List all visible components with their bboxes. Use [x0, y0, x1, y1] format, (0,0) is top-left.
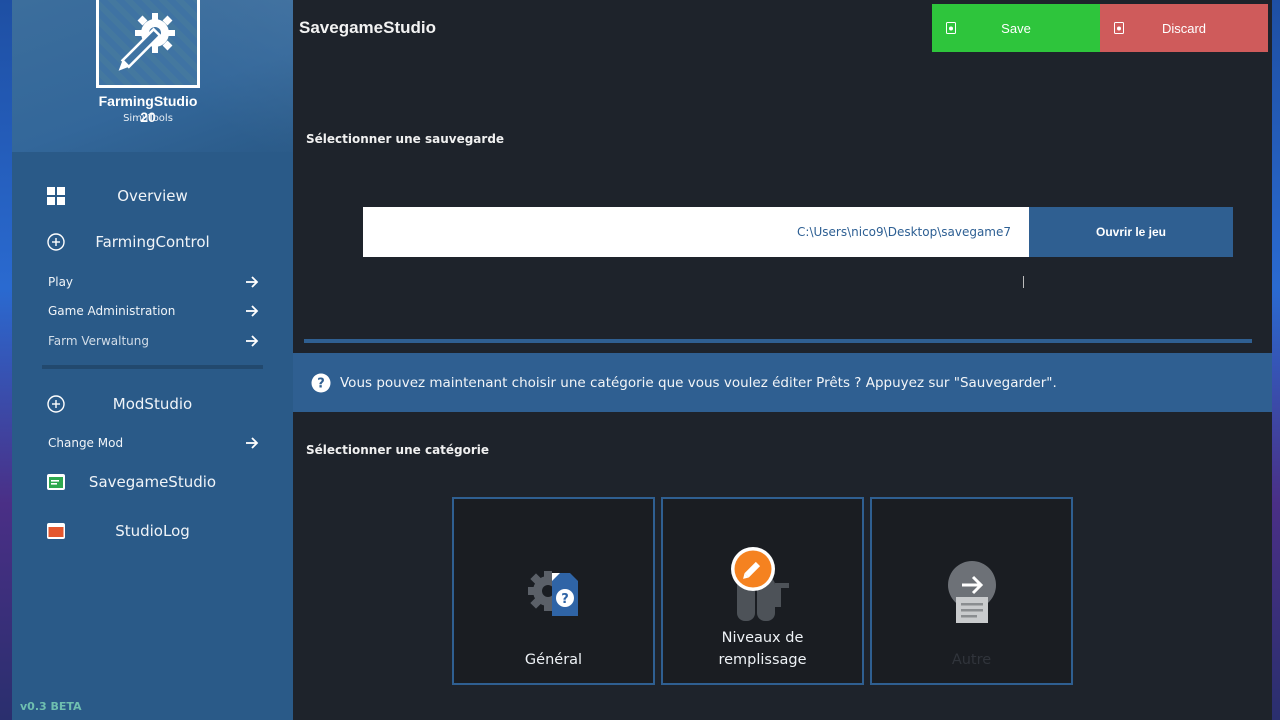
help-circle-icon: ? — [311, 373, 331, 393]
sidebar-item-label: SavegameStudio — [88, 473, 217, 491]
plus-circle-icon — [46, 394, 66, 414]
app-logo — [96, 0, 200, 88]
settings-document-icon: ? — [454, 561, 653, 621]
sidebar-item-label: StudioLog — [115, 522, 190, 540]
category-label: Général — [524, 652, 583, 668]
svg-text:?: ? — [317, 377, 325, 392]
open-game-button[interactable]: Ouvrir le jeu — [1029, 207, 1233, 257]
savegame-path-input[interactable] — [363, 207, 1029, 257]
discard-label: Discard — [1161, 20, 1207, 36]
arrow-right-icon — [246, 276, 259, 288]
text-cursor — [1023, 276, 1024, 288]
arrow-right-icon — [246, 335, 259, 347]
savegame-path-row: Ouvrir le jeu — [363, 207, 1233, 257]
app-subtitle: SimuTools — [123, 113, 173, 124]
main-content: SavegameStudio Save Discard Sélectionner… — [293, 0, 1272, 720]
category-label: Autre — [951, 652, 992, 668]
info-text: Vous pouvez maintenant choisir une catég… — [340, 374, 1057, 391]
category-card-fill-levels[interactable]: Niveaux de remplissage — [661, 497, 864, 685]
sidebar-item-play[interactable]: Play — [12, 269, 293, 295]
sidebar-item-change-mod[interactable]: Change Mod — [12, 430, 293, 456]
sidebar-item-label: Change Mod — [48, 436, 124, 450]
main-divider — [304, 339, 1252, 343]
category-label: Niveaux de — [721, 630, 804, 646]
sidebar-item-label: Overview — [117, 187, 188, 205]
discard-button[interactable]: Discard — [1100, 4, 1268, 52]
arrow-right-icon — [246, 305, 259, 317]
log-icon — [46, 521, 66, 541]
sidebar-item-overview[interactable]: Overview — [12, 176, 293, 216]
sidebar-item-savegamestudio[interactable]: SavegameStudio — [12, 462, 293, 502]
category-section-title: Sélectionner une catégorie — [306, 443, 490, 457]
sidebar-item-label: Farm Verwaltung — [48, 334, 150, 348]
arrow-right-icon — [246, 437, 259, 449]
sidebar-item-studiolog[interactable]: StudioLog — [12, 511, 293, 551]
category-card-other: Autre — [870, 497, 1073, 685]
sidebar-item-label: Game Administration — [48, 304, 176, 318]
silo-edit-icon — [663, 547, 862, 623]
page-title: SavegameStudio — [299, 18, 436, 37]
desktop-background-left — [0, 0, 12, 720]
svg-text:?: ? — [561, 592, 569, 607]
savegame-icon — [46, 472, 66, 492]
sidebar-divider — [42, 365, 263, 369]
grid-icon — [46, 186, 66, 206]
desktop-background-right — [1272, 0, 1280, 720]
sidebar-item-farmingcontrol[interactable]: FarmingControl — [12, 222, 293, 262]
save-label: Save — [1001, 20, 1031, 36]
sidebar-item-label: Play — [48, 275, 74, 289]
version-label: v0.3 BETA — [20, 700, 82, 713]
arrow-document-icon — [872, 561, 1071, 625]
sidebar-item-game-administration[interactable]: Game Administration — [12, 298, 293, 324]
sidebar: FarmingStudio 20 SimuTools Overview Farm… — [12, 0, 293, 720]
info-banner: ? Vous pouvez maintenant choisir une cat… — [293, 353, 1272, 412]
category-card-general[interactable]: ? Général — [452, 497, 655, 685]
savegame-section-title: Sélectionner une sauvegarde — [306, 132, 505, 146]
category-label: remplissage — [718, 652, 807, 668]
sidebar-item-modstudio[interactable]: ModStudio — [12, 384, 293, 424]
sidebar-item-farm-verwaltung[interactable]: Farm Verwaltung — [12, 328, 293, 354]
sidebar-item-label: FarmingControl — [95, 233, 210, 251]
app-window: FarmingStudio 20 SimuTools Overview Farm… — [12, 0, 1272, 720]
save-button[interactable]: Save — [932, 4, 1100, 52]
sidebar-item-label: ModStudio — [112, 395, 193, 413]
plus-circle-icon — [46, 232, 66, 252]
settings-pencil-icon — [118, 13, 175, 71]
